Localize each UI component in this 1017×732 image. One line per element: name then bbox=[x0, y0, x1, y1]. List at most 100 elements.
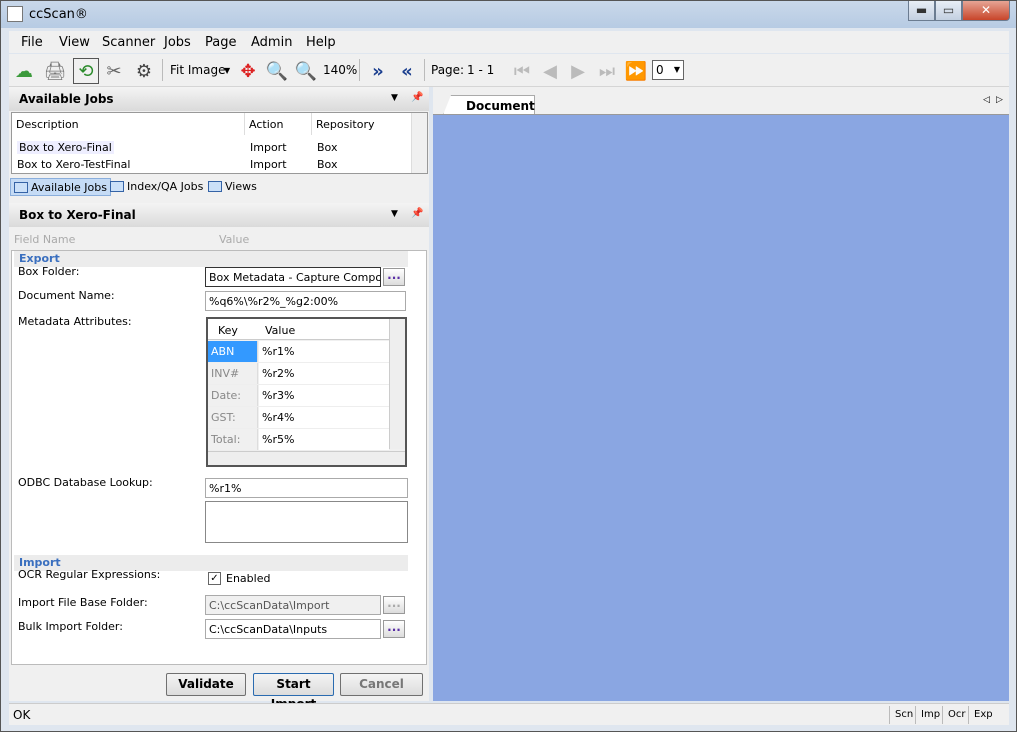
meta-value-header: Value bbox=[265, 324, 296, 337]
toolbar: ☁ 🖨 ⟲ ✂ ⚙ Fit Image ▼ ✥ 🔍 🔍 140% » « Pag… bbox=[9, 54, 1009, 87]
bulk-import-browse-button[interactable]: ... bbox=[383, 620, 405, 638]
fit-image-dropdown[interactable]: Fit Image bbox=[170, 63, 225, 77]
value-header: Value bbox=[219, 233, 250, 246]
meta-row[interactable]: ABN %r1% bbox=[208, 341, 389, 363]
prev-page-icon[interactable]: ◀ bbox=[537, 58, 563, 84]
menu-view[interactable]: View bbox=[59, 35, 90, 50]
job-row-1-action[interactable]: Import bbox=[250, 141, 287, 154]
bulk-import-folder-label: Bulk Import Folder: bbox=[18, 620, 123, 633]
metadata-hscrollbar[interactable] bbox=[208, 451, 405, 465]
pin-icon[interactable]: 📌 bbox=[411, 92, 423, 103]
chevron-down-icon: ▼ bbox=[673, 65, 680, 74]
status-bar: OK Scn Imp Ocr Exp bbox=[9, 703, 1009, 725]
col-description[interactable]: Description bbox=[12, 113, 245, 135]
validate-button[interactable]: Validate bbox=[166, 673, 246, 696]
menu-admin[interactable]: Admin bbox=[251, 35, 292, 50]
menu-bar: File View Scanner Jobs Page Admin Help bbox=[9, 31, 1009, 53]
page-value: 1 - 1 bbox=[467, 63, 495, 77]
status-scn: Scn bbox=[889, 706, 918, 724]
jobs-grid: Description Action Repository Box to Xer… bbox=[11, 112, 428, 174]
document-name-input[interactable]: %q6%\%r2%_%g2:00% bbox=[205, 291, 406, 311]
status-exp: Exp bbox=[968, 706, 998, 724]
job-row-2-repository[interactable]: Box bbox=[317, 158, 337, 171]
menu-page[interactable]: Page bbox=[205, 35, 236, 50]
job-detail-header: Box to Xero-Final ▼ 📌 bbox=[9, 203, 429, 227]
col-repository[interactable]: Repository bbox=[312, 113, 412, 135]
first-page-icon[interactable]: ⏮ bbox=[509, 58, 535, 84]
document-name-label: Document Name: bbox=[18, 289, 115, 302]
metadata-attributes-label: Metadata Attributes: bbox=[18, 315, 132, 328]
tab-available-jobs[interactable]: Available Jobs bbox=[10, 178, 111, 196]
next-doc-icon[interactable]: » bbox=[365, 58, 391, 84]
jobs-tabs: Available Jobs Index/QA Jobs Views bbox=[9, 175, 429, 197]
maximize-button[interactable]: ▭ bbox=[935, 1, 962, 21]
job-row-2-action[interactable]: Import bbox=[250, 158, 287, 171]
fit-arrows-icon[interactable]: ✥ bbox=[235, 58, 261, 84]
col-action[interactable]: Action bbox=[245, 113, 312, 135]
page-select[interactable]: 0 ▼ bbox=[652, 60, 684, 80]
menu-help[interactable]: Help bbox=[306, 35, 336, 50]
field-name-header: Field Name bbox=[14, 233, 76, 246]
menu-scanner[interactable]: Scanner bbox=[102, 35, 155, 50]
import-base-browse-button[interactable]: ... bbox=[383, 596, 405, 614]
next-page-icon[interactable]: ▶ bbox=[565, 58, 591, 84]
meta-key-header: Key bbox=[218, 324, 238, 337]
chevron-down-icon[interactable]: ▼ bbox=[391, 93, 398, 103]
jobs-icon bbox=[110, 181, 124, 192]
minimize-button[interactable]: ▬ bbox=[908, 1, 935, 21]
fast-forward-icon[interactable]: ⏩ bbox=[623, 58, 649, 84]
odbc-lookup-input[interactable]: %r1% bbox=[205, 478, 408, 498]
metadata-grid: Key Value ABN %r1% INV# %r2% Date: %r3% GST… bbox=[206, 317, 407, 467]
cancel-button[interactable]: Cancel bbox=[340, 673, 423, 696]
zoom-level: 140% bbox=[323, 63, 358, 77]
import-base-folder-input[interactable]: C:\ccScanData\Import bbox=[205, 595, 381, 615]
box-folder-input[interactable]: Box Metadata - Capture Components bbox=[205, 267, 381, 287]
scanner-icon[interactable]: 🖨 bbox=[42, 58, 68, 84]
pin-icon[interactable]: 📌 bbox=[411, 208, 423, 219]
tab-views[interactable]: Views bbox=[205, 178, 260, 196]
metadata-vscrollbar[interactable] bbox=[389, 319, 405, 449]
zoom-in-icon[interactable]: 🔍 bbox=[264, 58, 290, 84]
last-page-icon[interactable]: ⏭ bbox=[594, 58, 620, 84]
job-row-1-description[interactable]: Box to Xero-Final bbox=[17, 141, 114, 154]
odbc-lookup-textarea[interactable] bbox=[205, 501, 408, 543]
tools-icon[interactable]: ✂ bbox=[101, 58, 127, 84]
box-folder-label: Box Folder: bbox=[18, 265, 80, 278]
window-title: ccScan® bbox=[29, 7, 88, 22]
ocr-enabled-label: Enabled bbox=[226, 572, 271, 585]
prev-doc-icon[interactable]: « bbox=[394, 58, 420, 84]
menu-file[interactable]: File bbox=[21, 35, 43, 50]
chevron-down-icon: ▼ bbox=[224, 66, 231, 75]
tab-index-qa-jobs[interactable]: Index/QA Jobs bbox=[107, 178, 206, 196]
meta-row[interactable]: GST: %r4% bbox=[208, 407, 389, 429]
jobs-icon bbox=[14, 182, 28, 193]
odbc-lookup-label: ODBC Database Lookup: bbox=[18, 476, 153, 489]
ocr-enabled-checkbox[interactable]: ✓ bbox=[208, 572, 221, 585]
zoom-out-icon[interactable]: 🔍 bbox=[293, 58, 319, 84]
chevron-down-icon[interactable]: ▼ bbox=[391, 209, 398, 219]
job-row-2-description[interactable]: Box to Xero-TestFinal bbox=[17, 158, 130, 171]
refresh-icon[interactable]: ⟲ bbox=[73, 58, 99, 84]
bulk-import-folder-input[interactable]: C:\ccScanData\Inputs bbox=[205, 619, 381, 639]
tab-scroll-left-icon[interactable]: ◁ bbox=[983, 95, 990, 105]
upload-icon[interactable]: ☁ bbox=[11, 58, 37, 84]
settings-icon[interactable]: ⚙ bbox=[131, 58, 157, 84]
jobs-scrollbar[interactable] bbox=[411, 113, 427, 173]
tab-scroll-right-icon[interactable]: ▷ bbox=[996, 95, 1003, 105]
status-imp: Imp bbox=[915, 706, 945, 724]
document-panel: Document ◁ ▷ bbox=[433, 87, 1009, 701]
title-bar: ccScan® ▬ ▭ ✕ bbox=[1, 1, 1016, 28]
meta-row[interactable]: INV# %r2% bbox=[208, 363, 389, 385]
main-window: ccScan® ▬ ▭ ✕ File View Scanner Jobs Pag… bbox=[0, 0, 1017, 732]
status-ocr: Ocr bbox=[942, 706, 970, 724]
left-panel: Available Jobs ▼ 📌 Description Action Re… bbox=[9, 87, 429, 711]
menu-jobs[interactable]: Jobs bbox=[164, 35, 191, 50]
close-button[interactable]: ✕ bbox=[962, 1, 1010, 21]
meta-row[interactable]: Total: %r5% bbox=[208, 429, 389, 451]
document-canvas[interactable] bbox=[433, 114, 1009, 701]
start-import-button[interactable]: Start Import bbox=[253, 673, 334, 711]
tab-document[interactable]: Document bbox=[443, 95, 535, 115]
box-folder-browse-button[interactable]: ... bbox=[383, 268, 405, 286]
job-row-1-repository[interactable]: Box bbox=[317, 141, 337, 154]
meta-row[interactable]: Date: %r3% bbox=[208, 385, 389, 407]
